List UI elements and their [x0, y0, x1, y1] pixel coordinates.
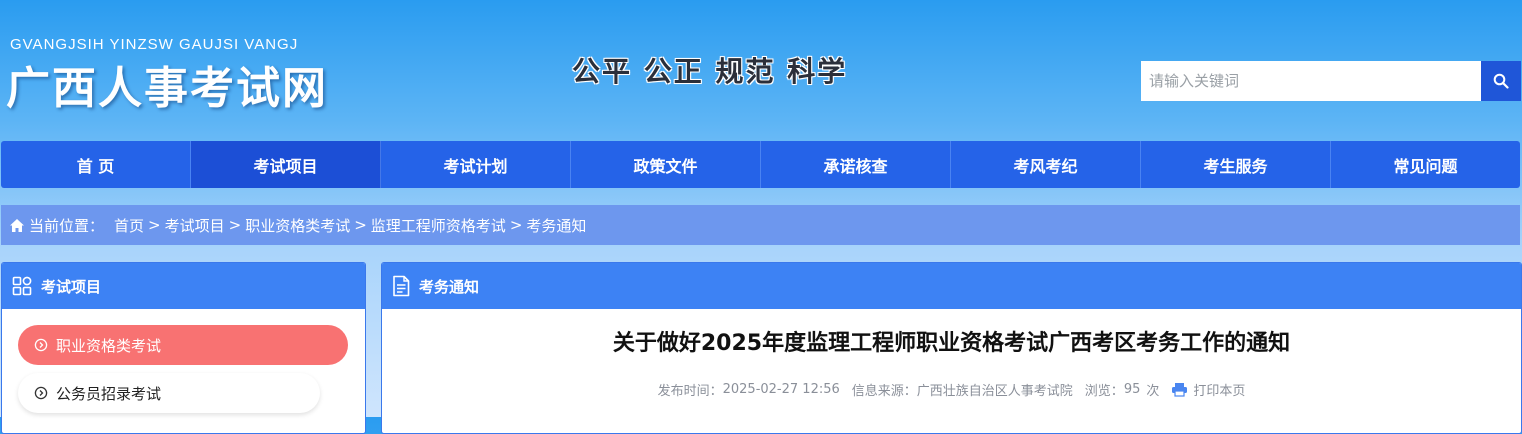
views-count: 95 [1123, 382, 1141, 397]
search-icon [1493, 73, 1509, 89]
breadcrumb-separator: > [354, 216, 367, 234]
breadcrumb-item-home[interactable]: 首页 [114, 215, 144, 236]
site-brand-pinyin: GVANGJSIH YINZSW GAUJSI VANGJ [10, 36, 299, 53]
publish-time-label: 发布时间： [657, 384, 723, 399]
breadcrumb-separator: > [509, 216, 523, 234]
breadcrumb-item-exam-notices[interactable]: 考务通知 [526, 215, 586, 236]
breadcrumb-item-exam-projects[interactable]: 考试项目 [165, 215, 225, 236]
source-label: 信息来源： [851, 384, 917, 399]
printer-icon [1171, 382, 1188, 397]
circle-chevron-right-icon [34, 386, 48, 400]
views-label: 浏览： [1084, 384, 1124, 399]
sidebar-item-civil-servant-exams[interactable]: 公务员招录考试 [18, 373, 320, 413]
document-icon [392, 275, 410, 297]
sidebar-header: 考试项目 [2, 263, 365, 309]
nav-item-policy-documents[interactable]: 政策文件 [571, 141, 761, 188]
site-logo-title[interactable]: 广西人事考试网 [6, 52, 328, 116]
article-panel: 考务通知 关于做好2025年度监理工程师职业资格考试广西考区考务工作的通知 发布… [381, 262, 1522, 434]
sidebar-item-label: 公务员招录考试 [56, 384, 162, 403]
section-title: 考务通知 [419, 277, 480, 296]
sidebar-title: 考试项目 [41, 277, 102, 296]
main-nav: 首 页 考试项目 考试计划 政策文件 承诺核查 考风考纪 考生服务 常见问题 [1, 141, 1520, 188]
breadcrumb-prefix: 当前位置： [29, 216, 105, 235]
sidebar-panel: 考试项目 职业资格类考试 公务员招录考试 [1, 262, 366, 434]
site-slogan: 公平 公正 规范 科学 [572, 55, 848, 88]
print-page-label: 打印本页 [1193, 384, 1246, 399]
nav-item-faq[interactable]: 常见问题 [1331, 141, 1520, 188]
sidebar-item-professional-exams[interactable]: 职业资格类考试 [18, 325, 348, 365]
circle-chevron-right-icon [34, 338, 48, 352]
search-input[interactable] [1141, 61, 1481, 101]
search-box [1141, 61, 1521, 101]
publish-time: 2025-02-27 12:56 [722, 382, 840, 397]
nav-item-exam-plan[interactable]: 考试计划 [381, 141, 571, 188]
breadcrumb-separator: > [228, 216, 242, 234]
search-button[interactable] [1481, 61, 1521, 101]
views-unit: 次 [1146, 384, 1160, 399]
breadcrumb-separator: > [148, 216, 161, 234]
breadcrumb: 当前位置： 首页 > 考试项目 > 职业资格类考试 > 监理工程师资格考试 > … [1, 205, 1520, 245]
nav-item-home[interactable]: 首 页 [1, 141, 191, 188]
breadcrumb-item-professional-exams[interactable]: 职业资格类考试 [245, 215, 350, 236]
article-panel-header: 考务通知 [382, 263, 1521, 309]
breadcrumb-item-supervision-engineer[interactable]: 监理工程师资格考试 [371, 215, 506, 236]
category-grid-icon [12, 276, 32, 296]
sidebar-item-label: 职业资格类考试 [56, 336, 162, 355]
nav-item-commitment-check[interactable]: 承诺核查 [761, 141, 951, 188]
nav-item-exam-discipline[interactable]: 考风考纪 [951, 141, 1141, 188]
nav-item-exam-projects[interactable]: 考试项目 [191, 141, 381, 188]
home-icon [9, 218, 25, 233]
nav-item-candidate-services[interactable]: 考生服务 [1141, 141, 1331, 188]
source: 广西壮族自治区人事考试院 [916, 384, 1073, 399]
article-meta: 发布时间： 2025-02-27 12:56 信息来源： 广西壮族自治区人事考试… [382, 380, 1521, 399]
print-page-link[interactable]: 打印本页 [1171, 380, 1245, 399]
article-title: 关于做好2025年度监理工程师职业资格考试广西考区考务工作的通知 [612, 331, 1291, 356]
